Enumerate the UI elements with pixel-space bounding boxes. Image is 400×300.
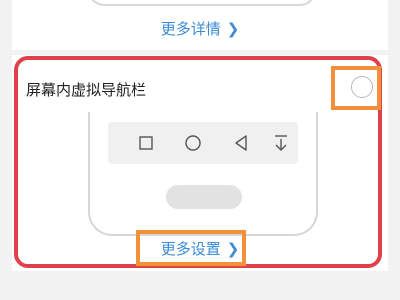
- phone-illustration-previous: [88, 0, 316, 6]
- more-settings-highlight: [136, 230, 246, 266]
- radio-highlight: [331, 66, 381, 110]
- chevron-right-icon: ❯: [226, 20, 240, 38]
- bottom-gap: [0, 276, 400, 300]
- more-details-label: 更多详情: [160, 20, 221, 38]
- more-details-link[interactable]: 更多详情 ❯: [12, 18, 388, 39]
- previous-option-card: 更多详情 ❯: [12, 0, 388, 50]
